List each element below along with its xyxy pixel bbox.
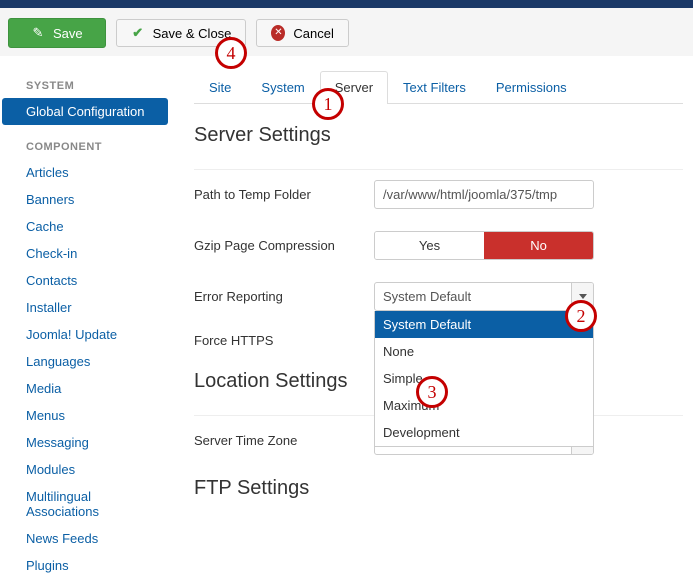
check-icon: ✔ (131, 25, 145, 41)
tab-system[interactable]: System (246, 71, 319, 104)
sidebar-item-multilingual-associations[interactable]: Multilingual Associations (0, 483, 172, 525)
toggle-gzip: Yes No (374, 231, 594, 260)
sidebar-item-modules[interactable]: Modules (0, 456, 172, 483)
sidebar-item-banners[interactable]: Banners (0, 186, 172, 213)
save-close-label: Save & Close (153, 26, 232, 41)
sidebar-item-cache[interactable]: Cache (0, 213, 172, 240)
sidebar: SYSTEM Global Configuration COMPONENT Ar… (0, 56, 172, 579)
save-button[interactable]: ✎ Save (8, 18, 106, 48)
sidebar-item-articles[interactable]: Articles (0, 159, 172, 186)
sidebar-item-plugins[interactable]: Plugins (0, 552, 172, 579)
label-gzip: Gzip Page Compression (194, 238, 374, 253)
sidebar-item-media[interactable]: Media (0, 375, 172, 402)
select-error-reporting-value: System Default (375, 283, 571, 310)
option-simple[interactable]: Simple (375, 365, 593, 392)
sidebar-item-joomla-update[interactable]: Joomla! Update (0, 321, 172, 348)
option-maximum[interactable]: Maximum (375, 392, 593, 419)
apply-icon: ✎ (31, 25, 45, 41)
toolbar: ✎ Save ✔ Save & Close ✕ Cancel (0, 8, 693, 56)
cancel-button[interactable]: ✕ Cancel (256, 19, 348, 47)
sidebar-heading-component: COMPONENT (0, 135, 172, 159)
select-error-reporting[interactable]: System Default (374, 282, 594, 311)
tab-text-filters[interactable]: Text Filters (388, 71, 481, 104)
option-none[interactable]: None (375, 338, 593, 365)
sidebar-item-news-feeds[interactable]: News Feeds (0, 525, 172, 552)
save-label: Save (53, 26, 83, 41)
tab-permissions[interactable]: Permissions (481, 71, 582, 104)
label-timezone: Server Time Zone (194, 433, 374, 448)
label-error-reporting: Error Reporting (194, 289, 374, 304)
toggle-gzip-no[interactable]: No (484, 232, 593, 259)
main-content: Site System Server Text Filters Permissi… (172, 56, 693, 579)
option-development[interactable]: Development (375, 419, 593, 446)
save-close-button[interactable]: ✔ Save & Close (116, 19, 247, 47)
section-ftp-settings: FTP Settings (194, 477, 683, 500)
dropdown-error-reporting: System Default None Simple Maximum Devel… (374, 311, 594, 447)
label-force-https: Force HTTPS (194, 333, 374, 348)
chevron-down-icon (571, 283, 593, 310)
input-temp-path[interactable] (374, 180, 594, 209)
sidebar-item-languages[interactable]: Languages (0, 348, 172, 375)
tab-site[interactable]: Site (194, 71, 246, 104)
section-server-settings: Server Settings (194, 124, 683, 147)
cancel-label: Cancel (293, 26, 333, 41)
divider (194, 169, 683, 170)
config-tabs: Site System Server Text Filters Permissi… (194, 70, 683, 104)
label-temp-path: Path to Temp Folder (194, 187, 374, 202)
sidebar-item-check-in[interactable]: Check-in (0, 240, 172, 267)
sidebar-heading-system: SYSTEM (0, 74, 172, 98)
sidebar-item-installer[interactable]: Installer (0, 294, 172, 321)
tab-server[interactable]: Server (320, 71, 388, 104)
sidebar-item-contacts[interactable]: Contacts (0, 267, 172, 294)
sidebar-item-messaging[interactable]: Messaging (0, 429, 172, 456)
cancel-icon: ✕ (271, 25, 285, 41)
toggle-gzip-yes[interactable]: Yes (375, 232, 484, 259)
sidebar-item-menus[interactable]: Menus (0, 402, 172, 429)
option-system-default[interactable]: System Default (375, 311, 593, 338)
sidebar-item-global-configuration[interactable]: Global Configuration (2, 98, 168, 125)
